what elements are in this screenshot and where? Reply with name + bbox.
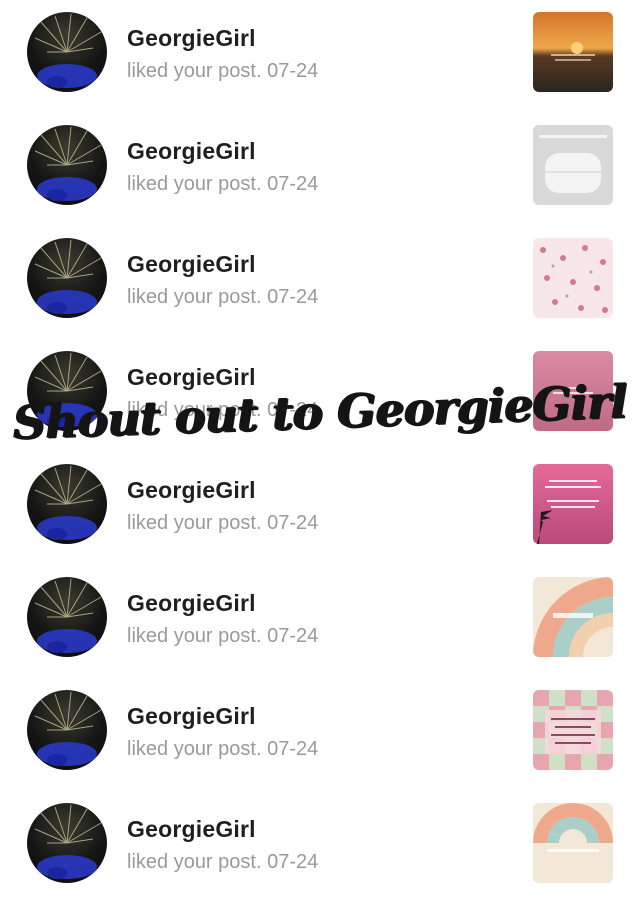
avatar[interactable] (27, 12, 107, 92)
post-thumbnail[interactable] (533, 125, 613, 205)
notification-row[interactable]: GeorgieGirl liked your post. 07-24 (0, 791, 640, 904)
avatar[interactable] (27, 577, 107, 657)
avatar[interactable] (27, 690, 107, 770)
post-thumbnail[interactable] (533, 690, 613, 770)
avatar[interactable] (27, 238, 107, 318)
post-thumbnail[interactable] (533, 12, 613, 92)
notification-row[interactable]: GeorgieGirl liked your post. 07-24 (0, 226, 640, 339)
notification-row[interactable]: GeorgieGirl liked your post. 07-24 (0, 0, 640, 113)
notification-row[interactable]: GeorgieGirl liked your post. 07-24 (0, 452, 640, 565)
notification-row[interactable]: GeorgieGirl liked your post. 07-24 (0, 565, 640, 678)
activity-text: liked your post. 07-24 (127, 738, 319, 760)
activity-text: liked your post. 07-24 (127, 399, 319, 421)
avatar[interactable] (27, 803, 107, 883)
activity-text: liked your post. 07-24 (127, 60, 319, 82)
username[interactable]: GeorgieGirl (127, 703, 256, 730)
username[interactable]: GeorgieGirl (127, 364, 256, 391)
post-thumbnail[interactable] (533, 238, 613, 318)
activity-text: liked your post. 07-24 (127, 625, 319, 647)
post-thumbnail[interactable] (533, 351, 613, 431)
avatar[interactable] (27, 351, 107, 431)
post-thumbnail[interactable] (533, 464, 613, 544)
activity-text: liked your post. 07-24 (127, 286, 319, 308)
post-thumbnail[interactable] (533, 803, 613, 883)
activity-text: liked your post. 07-24 (127, 173, 319, 195)
avatar[interactable] (27, 125, 107, 205)
avatar[interactable] (27, 464, 107, 544)
username[interactable]: GeorgieGirl (127, 251, 256, 278)
username[interactable]: GeorgieGirl (127, 477, 256, 504)
username[interactable]: GeorgieGirl (127, 590, 256, 617)
notification-row[interactable]: GeorgieGirl liked your post. 07-24 (0, 678, 640, 791)
activity-text: liked your post. 07-24 (127, 512, 319, 534)
activity-text: liked your post. 07-24 (127, 851, 319, 873)
notification-row[interactable]: GeorgieGirl liked your post. 07-24 (0, 113, 640, 226)
post-thumbnail[interactable] (533, 577, 613, 657)
username[interactable]: GeorgieGirl (127, 816, 256, 843)
notification-row[interactable]: GeorgieGirl liked your post. 07-24 (0, 339, 640, 452)
username[interactable]: GeorgieGirl (127, 25, 256, 52)
username[interactable]: GeorgieGirl (127, 138, 256, 165)
